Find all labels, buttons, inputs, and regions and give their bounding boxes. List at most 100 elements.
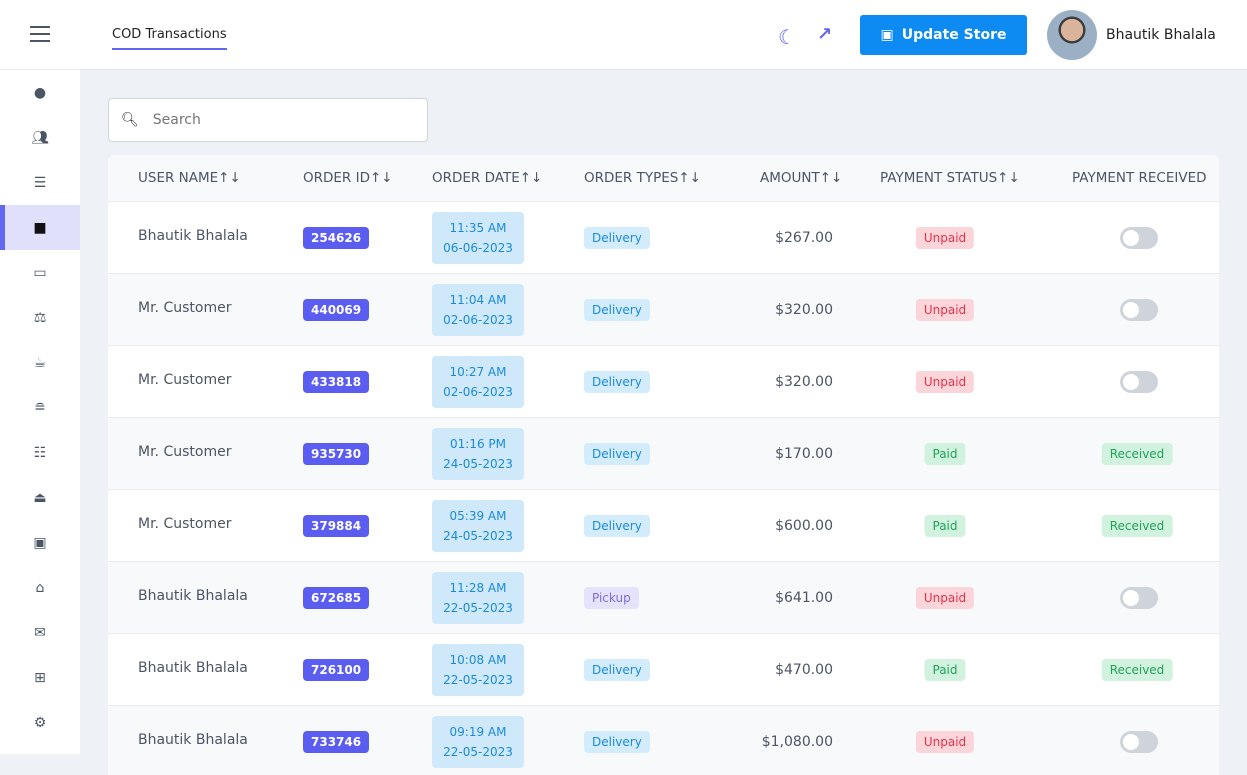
order-id-badge[interactable]: 733746 (303, 730, 370, 753)
sidebar-item-burger[interactable]: ≘ (0, 385, 80, 430)
sidebar-item-gift[interactable]: ⊞ (0, 655, 80, 700)
col-payment-status[interactable]: PAYMENT STATUS↑↓ (880, 170, 1020, 186)
user-name-cell: Bhautik Bhalala (138, 227, 248, 244)
gift-icon: ⊞ (34, 669, 46, 686)
order-id-badge[interactable]: 379884 (303, 514, 370, 537)
amount-cell: $320.00 (775, 373, 833, 390)
user-name-cell: Mr. Customer (138, 443, 232, 460)
search-box[interactable]: 🔍︎ (108, 98, 428, 142)
money-icon: ▣ (33, 534, 47, 551)
order-id-badge[interactable]: 254626 (303, 226, 370, 249)
order-type-badge: Delivery (584, 730, 650, 753)
payment-received-toggle[interactable] (1120, 299, 1158, 321)
col-order-id[interactable]: ORDER ID↑↓ (303, 170, 393, 186)
payment-received-toggle[interactable] (1120, 371, 1158, 393)
tab-cod-transactions[interactable]: COD Transactions (112, 27, 227, 50)
order-id-badge[interactable]: 935730 (303, 442, 370, 465)
order-id-badge[interactable]: 726100 (303, 658, 370, 681)
order-id-badge[interactable]: 440069 (303, 298, 370, 321)
order-time: 10:27 AM (449, 364, 507, 379)
amount-cell: $600.00 (775, 517, 833, 534)
order-time: 10:08 AM (449, 652, 507, 667)
search-input[interactable] (152, 112, 403, 128)
payment-status-badge: Unpaid (915, 298, 975, 321)
sidebar-item-tickets[interactable]: ▭ (0, 250, 80, 295)
serving-icon: ⏏ (33, 489, 47, 506)
user-name[interactable]: Bhautik Bhalala (1106, 27, 1216, 43)
table-row: Bhautik Bhalala 672685 11:28 AM 22-05-202… (108, 562, 1219, 634)
sidebar-item-categories[interactable]: ☰ (0, 160, 80, 205)
sidebar-item-users[interactable]: 👥︎ (0, 115, 80, 160)
sidebar-item-settings[interactable]: ⚙ (0, 700, 80, 745)
table-row: Bhautik Bhalala 733746 09:19 AM 22-05-202… (108, 706, 1219, 775)
user-name-cell: Mr. Customer (138, 371, 232, 388)
order-date-badge: 10:27 AM 02-06-2023 (432, 355, 524, 408)
settings-icon: ⚙ (33, 714, 47, 731)
external-link-icon[interactable]: ↗ (817, 24, 832, 45)
update-store-button[interactable]: ▣ Update Store (860, 15, 1027, 55)
col-order-date[interactable]: ORDER DATE↑↓ (432, 170, 542, 186)
top-bar: COD Transactions ☾ ↗ ▣ Update Store Bhaut… (0, 0, 1247, 70)
sidebar-item-mail[interactable]: ✉ (0, 610, 80, 655)
col-payment-received: PAYMENT RECEIVED (1072, 170, 1207, 186)
order-id-badge[interactable]: 433818 (303, 370, 370, 393)
amount-cell: $1,080.00 (761, 733, 833, 750)
table-row: Mr. Customer 379884 05:39 AM 24-05-2023 D… (108, 490, 1219, 562)
order-date-badge: 09:19 AM 22-05-2023 (432, 715, 524, 768)
amount-cell: $267.00 (775, 229, 833, 246)
sidebar-item-orders[interactable]: ■ (0, 205, 80, 250)
menu-icon[interactable] (30, 26, 50, 42)
sidebar-item-money[interactable]: ▣ (0, 520, 80, 565)
sidebar-item-home[interactable]: ⌂ (0, 565, 80, 610)
sidebar-item-dashboard[interactable]: ● (0, 70, 80, 115)
col-order-types[interactable]: ORDER TYPES↑↓ (584, 170, 701, 186)
orders-icon: ■ (33, 219, 47, 236)
user-name-cell: Bhautik Bhalala (138, 587, 248, 604)
balance-icon: ⚖ (33, 309, 47, 326)
payment-received-badge: Received (1101, 442, 1173, 465)
order-date: 24-05-2023 (443, 528, 513, 543)
table-row: Mr. Customer 433818 10:27 AM 02-06-2023 D… (108, 346, 1219, 418)
order-type-badge: Delivery (584, 370, 650, 393)
payment-status-badge: Paid (924, 658, 966, 681)
table-header: USER NAME↑↓ ORDER ID↑↓ ORDER DATE↑↓ ORDE… (108, 155, 1219, 202)
search-icon: 🔍︎ (121, 112, 139, 128)
order-date: 22-05-2023 (443, 600, 513, 615)
order-time: 09:19 AM (449, 724, 507, 739)
order-date-badge: 11:04 AM 02-06-2023 (432, 283, 524, 336)
order-time: 11:04 AM (449, 292, 507, 307)
sidebar-item-serving[interactable]: ⏏ (0, 475, 80, 520)
dark-mode-icon[interactable]: ☾ (778, 25, 796, 49)
col-user-name[interactable]: USER NAME↑↓ (138, 170, 241, 186)
avatar[interactable] (1047, 10, 1097, 60)
order-time: 11:35 AM (449, 220, 507, 235)
table-row: Bhautik Bhalala 726100 10:08 AM 22-05-202… (108, 634, 1219, 706)
tickets-icon: ▭ (33, 264, 47, 281)
payment-received-toggle[interactable] (1120, 227, 1158, 249)
sidebar-item-balance[interactable]: ⚖ (0, 295, 80, 340)
payment-received-toggle[interactable] (1120, 731, 1158, 753)
order-type-badge: Delivery (584, 514, 650, 537)
amount-cell: $170.00 (775, 445, 833, 462)
order-type-badge: Pickup (584, 586, 639, 609)
amount-cell: $470.00 (775, 661, 833, 678)
payment-status-badge: Unpaid (915, 586, 975, 609)
order-date: 02-06-2023 (443, 384, 513, 399)
order-id-badge[interactable]: 672685 (303, 586, 370, 609)
order-date-badge: 11:28 AM 22-05-2023 (432, 571, 524, 624)
order-date: 02-06-2023 (443, 312, 513, 327)
users-icon: 👥︎ (31, 129, 49, 146)
table-row: Mr. Customer 440069 11:04 AM 02-06-2023 D… (108, 274, 1219, 346)
sidebar-item-list[interactable]: ☷ (0, 430, 80, 475)
table-row: Bhautik Bhalala 254626 11:35 AM 06-06-202… (108, 202, 1219, 274)
payment-status-badge: Paid (924, 514, 966, 537)
payment-status-badge: Paid (924, 442, 966, 465)
sidebar-item-coffee[interactable]: ☕︎ (0, 340, 80, 385)
mail-icon: ✉ (34, 624, 46, 641)
user-name-cell: Bhautik Bhalala (138, 659, 248, 676)
user-name-cell: Bhautik Bhalala (138, 731, 248, 748)
col-amount[interactable]: AMOUNT↑↓ (760, 170, 842, 186)
payment-status-badge: Unpaid (915, 226, 975, 249)
home-icon: ⌂ (35, 579, 45, 596)
payment-received-toggle[interactable] (1120, 587, 1158, 609)
